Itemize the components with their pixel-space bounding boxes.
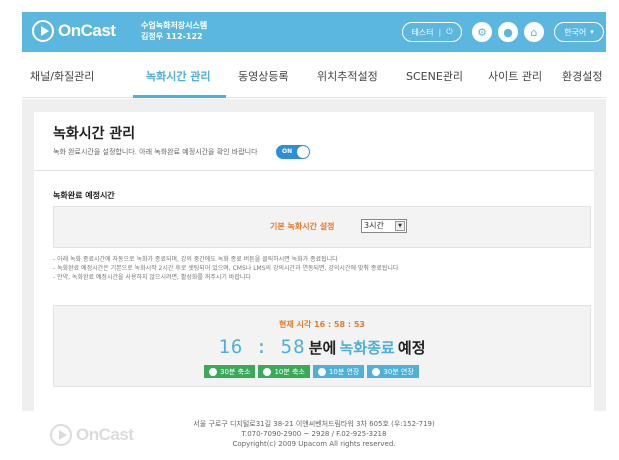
adjust-buttons: 30분 축소 10분 축소 10분 연장 30분 연장 — [204, 365, 419, 378]
button-label: 30분 연장 — [383, 367, 414, 376]
circle-icon — [317, 367, 326, 376]
button-label: 10분 축소 — [274, 367, 305, 376]
circle-icon — [263, 367, 272, 376]
power-icon: ⏻ — [446, 27, 453, 36]
footer-copyright: Copyright(c) 2009 Upacom All rights rese… — [232, 440, 396, 448]
tab-environment[interactable]: 환경설정 — [562, 68, 602, 84]
end-time-highlight: 녹화종료 — [339, 339, 395, 357]
note-line: - 아래 녹화 종료시간에 자동으로 녹화가 종료되며, 강의 중간에도 녹화 … — [53, 256, 338, 263]
button-label: 30분 축소 — [220, 367, 251, 376]
button-label: 10분 연장 — [328, 367, 360, 376]
system-name: 수업녹화저장시스템 — [141, 21, 208, 30]
toggle-knob — [297, 146, 309, 158]
language-label: 한국어 — [564, 27, 587, 37]
active-tab-indicator — [133, 95, 226, 98]
notes: - 아래 녹화 종료시간에 자동으로 녹화가 종료되며, 강의 중간에도 녹화 … — [53, 255, 398, 282]
home-button[interactable]: ⌂ — [524, 22, 544, 42]
tab-scene[interactable]: SCENE관리 — [406, 68, 463, 84]
language-select[interactable]: 한국어 ▾ — [554, 22, 604, 42]
gear-icon: ⚙ — [477, 25, 487, 39]
section-label: 녹화완료 예정시간 — [53, 191, 115, 200]
user-button[interactable]: ● — [498, 22, 518, 42]
extend-30-button[interactable]: 30분 연장 — [367, 365, 419, 378]
chevron-down-icon: ▾ — [590, 28, 594, 36]
circle-icon — [209, 367, 217, 376]
content-area: 녹화시간 관리 녹화 완료시간을 설정합니다. 아래 녹화완료 예정시간을 확인… — [22, 99, 606, 412]
brand-name: OnCast — [58, 21, 116, 40]
circle-icon — [372, 367, 381, 376]
recording-time-card: 녹화시간 관리 녹화 완료시간을 설정합니다. 아래 녹화완료 예정시간을 확인… — [34, 112, 594, 412]
user-icon: ● — [503, 25, 513, 39]
top-header: OnCast 수업녹화저장시스템 김정우 112-122 테스터 | ⏻ ⚙ ●… — [22, 12, 606, 52]
page-title: 녹화시간 관리 — [53, 126, 136, 142]
oncast-logo[interactable]: OnCast — [32, 20, 116, 42]
play-icon — [32, 20, 54, 42]
end-time-display: 16 : 58 분에 녹화종료 예정 — [54, 336, 590, 358]
tab-channel-quality[interactable]: 채널/화질관리 — [30, 68, 94, 84]
footer: OnCast 서울 구로구 디지털로31길 38-21 이앤씨벤처드림타워 3차… — [22, 411, 606, 460]
divider — [34, 170, 594, 171]
settings-button[interactable]: ⚙ — [472, 22, 492, 42]
auto-end-toggle[interactable]: ON — [276, 145, 310, 159]
home-icon: ⌂ — [530, 25, 538, 39]
tab-tracking-settings[interactable]: 위치추적설정 — [317, 68, 378, 84]
dropdown-arrow-icon: ▼ — [395, 221, 405, 231]
test-power-button[interactable]: 테스터 | ⏻ — [402, 22, 462, 42]
note-line: - 만약, 녹화완료 예정시간을 사용하지 않으시려면, 활성화를 꺼주시기 바… — [53, 274, 251, 281]
reduce-10-button[interactable]: 10분 축소 — [258, 365, 310, 378]
extend-10-button[interactable]: 10분 연장 — [312, 365, 365, 378]
system-title: 수업녹화저장시스템 김정우 112-122 — [141, 20, 207, 42]
test-label: 테스터 — [411, 27, 434, 37]
end-time-suffix: 분에 — [308, 339, 337, 357]
default-time-select[interactable]: 3시간 ▼ — [361, 219, 407, 233]
end-time-value: 16 : 58 — [218, 336, 306, 358]
default-time-label: 기본 녹화시간 설정 — [270, 222, 335, 231]
end-time-tail: 예정 — [397, 339, 426, 357]
current-time: 현재 시각 16 : 58 : 53 — [279, 320, 365, 329]
reduce-30-button[interactable]: 30분 축소 — [204, 365, 256, 378]
tab-video-register[interactable]: 동영상등록 — [238, 68, 289, 84]
end-time-panel: 현재 시각 16 : 58 : 53 16 : 58 분에 녹화종료 예정 30… — [53, 305, 591, 387]
default-time-setting: 기본 녹화시간 설정 3시간 ▼ — [53, 206, 591, 248]
tab-site[interactable]: 사이트 관리 — [488, 68, 542, 84]
footer-info: 서울 구로구 디지털로31길 38-21 이앤씨벤처드림타워 3차 605호 (… — [22, 419, 606, 449]
page-description: 녹화 완료시간을 설정합니다. 아래 녹화완료 예정시간을 확인 바랍니다 — [53, 148, 258, 156]
default-time-value: 3시간 — [364, 221, 384, 230]
toggle-label: ON — [282, 148, 293, 155]
room-name: 김정우 112-122 — [141, 32, 203, 41]
tab-recording-time[interactable]: 녹화시간 관리 — [146, 68, 211, 84]
main-tabs: 채널/화질관리 녹화시간 관리 동영상등록 위치추적설정 SCENE관리 사이트… — [22, 52, 606, 98]
note-line: - 녹화완료 예정시간은 기본으로 녹화시작 2시간 후로 셋팅되어 있으며, … — [53, 265, 399, 272]
footer-phone: T.070-7090-2900 ~ 2928 / F.02-925-3218 — [241, 430, 387, 438]
footer-address: 서울 구로구 디지털로31길 38-21 이앤씨벤처드림타워 3차 605호 (… — [193, 420, 435, 428]
